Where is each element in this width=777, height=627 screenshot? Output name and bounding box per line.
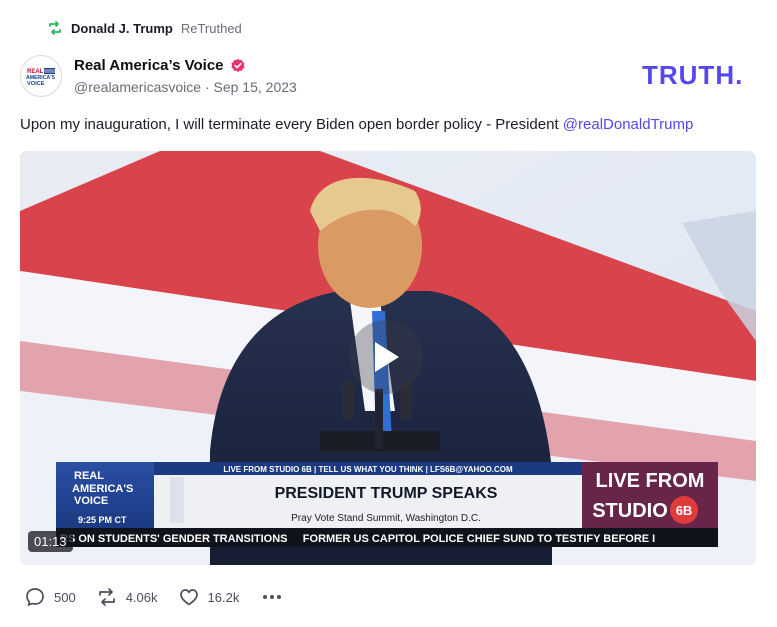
retruth-action-icon bbox=[98, 588, 115, 606]
lt-badge-line2: STUDIO bbox=[592, 500, 668, 522]
avatar[interactable]: REAL AMERICA'S VOICE bbox=[20, 55, 62, 97]
avatar-text-line3: VOICE bbox=[27, 81, 45, 87]
mention-link[interactable]: @realDonaldTrump bbox=[563, 116, 694, 133]
post-actions: 500 4.06k 16.2k bbox=[24, 584, 285, 610]
brand-logo-text: TRUTH. bbox=[642, 60, 743, 90]
retruth-button[interactable]: 4.06k bbox=[96, 586, 158, 608]
lt-time: 9:25 PM CT bbox=[78, 515, 127, 525]
lt-badge-num: 6B bbox=[676, 503, 693, 518]
meta-separator: · bbox=[204, 79, 210, 95]
reply-button[interactable]: 500 bbox=[24, 586, 76, 608]
author-name[interactable]: Real America’s Voice bbox=[74, 57, 224, 74]
verified-badge-icon bbox=[230, 58, 246, 74]
truth-social-logo[interactable]: TRUTH. bbox=[642, 60, 758, 90]
author-info: Real America’s Voice @realamericasvoice … bbox=[74, 57, 297, 95]
like-count: 16.2k bbox=[207, 589, 240, 605]
lt-top-bar: LIVE FROM STUDIO 6B | TELL US WHAT YOU T… bbox=[223, 465, 513, 474]
retruth-user-name[interactable]: Donald J. Trump bbox=[71, 21, 173, 36]
reply-count: 500 bbox=[54, 589, 76, 605]
lt-ticker: RS ON STUDENTS' GENDER TRANSITIONS FORME… bbox=[60, 533, 655, 545]
more-options-icon[interactable] bbox=[259, 595, 285, 599]
like-button[interactable]: 16.2k bbox=[178, 586, 240, 608]
video-duration: 01:13 bbox=[28, 531, 73, 552]
lt-network-line3: VOICE bbox=[74, 495, 108, 507]
post-text: Upon my inauguration, I will terminate e… bbox=[20, 116, 563, 133]
lt-headline: PRESIDENT TRUMP SPEAKS bbox=[275, 485, 498, 502]
author-handle[interactable]: @realamericasvoice bbox=[74, 79, 201, 95]
author-meta: @realamericasvoice · Sep 15, 2023 bbox=[74, 79, 297, 95]
lt-subline: Pray Vote Stand Summit, Washington D.C. bbox=[291, 513, 481, 524]
lt-network-line1: REAL bbox=[74, 470, 104, 482]
reply-icon bbox=[26, 588, 44, 606]
post-body: Upon my inauguration, I will terminate e… bbox=[20, 115, 760, 135]
retruth-label: ReTruthed bbox=[180, 20, 242, 36]
retruth-count: 4.06k bbox=[125, 589, 158, 605]
lt-badge-line1: LIVE FROM bbox=[596, 470, 705, 492]
retruth-icon bbox=[47, 20, 63, 36]
retruth-indicator: Donald J. Trump ReTruthed bbox=[47, 19, 242, 37]
lt-network-line2: AMERICA'S bbox=[72, 483, 133, 495]
post-header: REAL AMERICA'S VOICE Real America’s Voic… bbox=[20, 52, 297, 100]
video-player[interactable]: REAL AMERICA'S VOICE 9:25 PM CT LIVE FRO… bbox=[20, 151, 756, 565]
post-date[interactable]: Sep 15, 2023 bbox=[214, 79, 297, 95]
play-icon[interactable] bbox=[349, 320, 423, 394]
heart-icon bbox=[179, 589, 198, 606]
author-name-row: Real America’s Voice bbox=[74, 57, 297, 74]
